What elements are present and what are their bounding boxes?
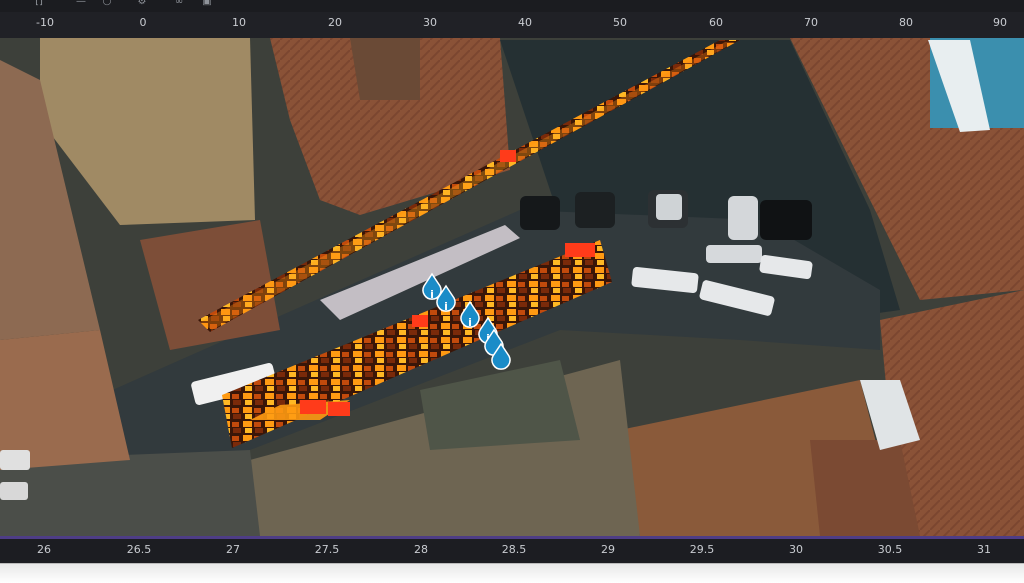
top-ruler-tick: 20 — [328, 16, 342, 29]
svg-text:i: i — [468, 316, 472, 329]
top-ruler-tick: 30 — [423, 16, 437, 29]
bottom-ruler-tick: 29.5 — [689, 543, 715, 556]
bottom-ruler[interactable]: 26 26.5 27 27.5 28 28.5 29 29.5 30 30.5 … — [0, 539, 1024, 563]
link-icon[interactable]: ∞ — [172, 0, 186, 8]
bracket-icon[interactable]: [] — [32, 0, 46, 8]
image-icon[interactable]: ▣ — [200, 0, 214, 8]
bottom-ruler-tick: 27 — [226, 543, 240, 556]
toolbar: [] — ○ ⚙ ∞ ▣ — [0, 0, 1024, 12]
top-ruler-tick: 0 — [139, 16, 147, 29]
top-ruler-tick: 70 — [804, 16, 818, 29]
bottom-ruler-tick: 28.5 — [501, 543, 527, 556]
bottom-panel — [0, 563, 1024, 583]
top-ruler-tick: 50 — [613, 16, 627, 29]
minus-icon[interactable]: — — [74, 0, 88, 8]
bottom-ruler-tick: 26 — [37, 543, 51, 556]
bottom-ruler-tick: 30 — [789, 543, 803, 556]
gear-icon[interactable]: ⚙ — [135, 0, 149, 8]
svg-text:i: i — [430, 288, 434, 301]
top-ruler[interactable]: -10 0 10 20 30 40 50 60 70 80 90 — [0, 12, 1024, 39]
top-ruler-tick: 40 — [518, 16, 532, 29]
bottom-ruler-tick: 30.5 — [877, 543, 903, 556]
satellite-map-view[interactable]: i i i i — [0, 38, 1024, 536]
bottom-ruler-tick: 29 — [601, 543, 615, 556]
top-ruler-tick: 90 — [993, 16, 1007, 29]
bottom-ruler-tick: 27.5 — [314, 543, 340, 556]
top-ruler-tick: -10 — [36, 16, 54, 29]
top-ruler-tick: 80 — [899, 16, 913, 29]
circle-icon[interactable]: ○ — [100, 0, 114, 8]
satellite-imagery: i i i i — [0, 38, 1024, 536]
bottom-ruler-tick: 28 — [414, 543, 428, 556]
top-ruler-tick: 60 — [709, 16, 723, 29]
bottom-ruler-tick: 31 — [977, 543, 991, 556]
top-ruler-tick: 10 — [232, 16, 246, 29]
bottom-ruler-tick: 26.5 — [126, 543, 152, 556]
svg-text:i: i — [444, 300, 448, 313]
